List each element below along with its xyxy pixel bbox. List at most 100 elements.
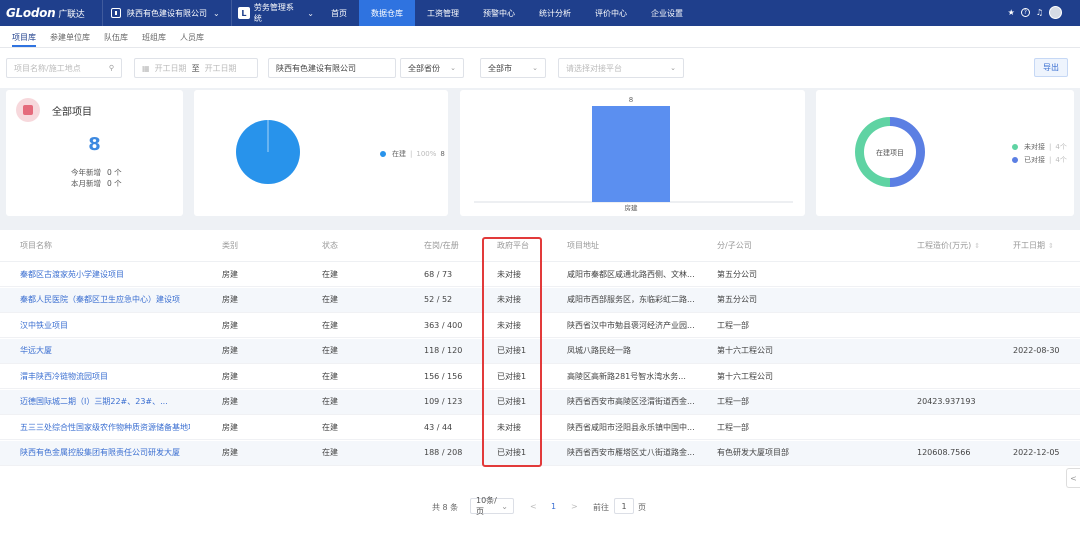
page-unit-label: 页 [638,503,646,512]
donut-legend-item-connected: 已对接 | 4个 [1012,155,1067,165]
col-cost[interactable]: 工程造价(万元) ⇕ [917,230,980,261]
current-page[interactable]: 1 [551,502,556,511]
nav-evaluation-center[interactable]: 评价中心 [583,0,639,26]
cell-project-name[interactable]: 迈德国际城二期（I）三期22#、23#、... [20,390,168,414]
col-start-date[interactable]: 开工日期 ⇕ [1013,230,1054,261]
user-avatar[interactable] [1049,6,1062,19]
top-nav-bar: GLodon 广联达 陕西有色建设有限公司 ⌄ L 劳务管理系统 ⌄ 首页 数据仓… [0,0,1080,26]
col-status: 状态 [322,241,338,250]
cell-project-name[interactable]: 汉中铁业项目 [20,313,68,337]
cell-address: 陕西省西安市高陵区泾渭街道西金... [567,397,695,406]
bar[interactable] [592,106,670,202]
tab-personnel-library[interactable]: 人员库 [180,26,204,47]
project-tag-icon [16,98,40,122]
cell-branch: 工程一部 [717,320,749,330]
nav-enterprise-settings[interactable]: 企业设置 [639,0,695,26]
city-select[interactable]: 全部市 ⌄ [480,58,546,78]
chevron-down-icon: ⌄ [307,8,314,18]
cell-branch: 第十六工程公司 [717,371,773,381]
nav-warning-center[interactable]: 预警中心 [471,0,527,26]
col-project-name: 项目名称 [20,241,52,250]
tab-team-library[interactable]: 队伍库 [104,26,128,47]
cell-category: 房建 [222,371,238,381]
platform-select[interactable]: 请选择对接平台 ⌄ [558,58,684,78]
cell-start-date: 2022-08-30 [1013,346,1060,355]
legend-separator: | [1049,156,1052,164]
legend-count: 4个 [1055,156,1067,164]
org-name: 陕西有色建设有限公司 [127,8,207,18]
cell-status: 在建 [322,295,338,304]
sort-icon: ⇕ [1048,241,1054,250]
calendar-icon: ▦ [142,63,150,73]
cell-project-name[interactable]: 陕西有色金属控股集团有限责任公司研发大厦 [20,441,180,465]
cell-status: 在建 [322,320,338,330]
page-size-select[interactable]: 10条/页 ⌄ [470,496,514,516]
brand-logo[interactable]: GLodon 广联达 [0,6,102,20]
x-tick-label: 房建 [625,203,639,212]
bell-icon[interactable]: ♫ [1036,8,1043,17]
chevron-down-icon: ⌄ [450,64,456,72]
nav-home[interactable]: 首页 [319,0,359,26]
cell-project-name[interactable]: 秦都人民医院（秦都区卫生应急中心）建设项 [20,288,180,312]
date-separator: 至 [191,63,200,73]
company-value: 陕西有色建设有限公司 [276,63,356,73]
tab-project-library[interactable]: 项目库 [12,26,36,47]
system-name: 劳务管理系统 [253,3,294,23]
tab-group-library[interactable]: 班组库 [142,26,166,47]
chevron-left-icon[interactable]: < [1066,468,1080,488]
cell-project-name[interactable]: 五三三处综合性国家级农作物种质资源储备基地项目 [20,415,190,439]
cell-category: 房建 [222,397,238,406]
province-value: 全部省份 [408,63,440,73]
cell-category: 房建 [222,269,238,279]
legend-label: 在建 [392,150,406,158]
org-selector[interactable]: 陕西有色建设有限公司 ⌄ [103,8,231,19]
nav-data-warehouse[interactable]: 数据仓库 [359,0,415,26]
cell-address: 陕西省咸阳市泾阳县永乐镇中国中... [567,422,695,432]
next-page-button[interactable]: > [571,502,578,511]
export-button[interactable]: 导出 [1034,58,1068,77]
category-bar-card: 8 房建 [460,90,805,216]
date-range-picker[interactable]: ▦ 开工日期 至 开工日期 [134,58,258,78]
cell-category: 房建 [222,295,238,304]
chevron-down-icon: ⌄ [213,8,220,18]
nav-statistics[interactable]: 统计分析 [527,0,583,26]
cell-project-name[interactable]: 华远大厦 [20,339,52,363]
legend-percent: 100% [416,150,437,158]
legend-separator: | [1049,143,1052,151]
search-placeholder: 项目名称/施工地点 [14,63,81,73]
cell-branch: 第十六工程公司 [717,346,773,355]
cell-project-name[interactable]: 秦都区古渡家苑小学建设项目 [20,262,124,286]
system-selector[interactable]: L 劳务管理系统 ⌄ [232,2,314,24]
search-input[interactable]: 项目名称/施工地点 ⚲ [6,58,122,78]
cell-onduty: 156 / 156 [424,371,463,381]
company-select[interactable]: 陕西有色建设有限公司 [268,58,396,78]
cell-branch: 工程一部 [717,397,749,406]
legend-dot [1012,144,1018,150]
prev-page-button[interactable]: < [530,502,537,511]
pie-legend-item: 在建 | 100% 8 [380,149,445,159]
new-this-year: 今年新增 0 个 [71,168,122,177]
search-icon[interactable]: ⚲ [109,64,114,72]
cell-onduty: 43 / 44 [424,422,453,432]
province-select[interactable]: 全部省份 ⌄ [400,58,464,78]
goto-page-input[interactable]: 1 [614,498,634,514]
platform-placeholder: 请选择对接平台 [566,63,622,73]
legend-separator: | [410,150,413,158]
donut-legend-item-unconnected: 未对接 | 4个 [1012,142,1067,152]
cell-address: 陕西省汉中市勉县褒河经济产业园... [567,320,695,330]
status-pie-card: 在建 | 100% 8 [194,90,448,216]
col-category: 类别 [222,241,238,250]
cell-branch: 第五分公司 [717,269,757,279]
cell-project-name[interactable]: 渭丰陕西冷链物流园项目 [20,364,108,388]
nav-wage-management[interactable]: 工资管理 [415,0,471,26]
cell-category: 房建 [222,422,238,432]
new-this-month: 本月新增 0 个 [71,179,122,188]
tab-participant-library[interactable]: 参建单位库 [50,26,90,47]
cell-onduty: 109 / 123 [424,397,463,406]
help-icon[interactable]: ? [1020,8,1030,17]
star-icon[interactable]: ★ [1008,8,1015,17]
cell-address: 陕西省西安市雁塔区丈八街道路金... [567,448,695,457]
cell-branch: 工程一部 [717,422,749,432]
cell-branch: 有色研发大厦项目部 [717,448,789,457]
cell-cost: 20423.937193 [917,397,976,406]
